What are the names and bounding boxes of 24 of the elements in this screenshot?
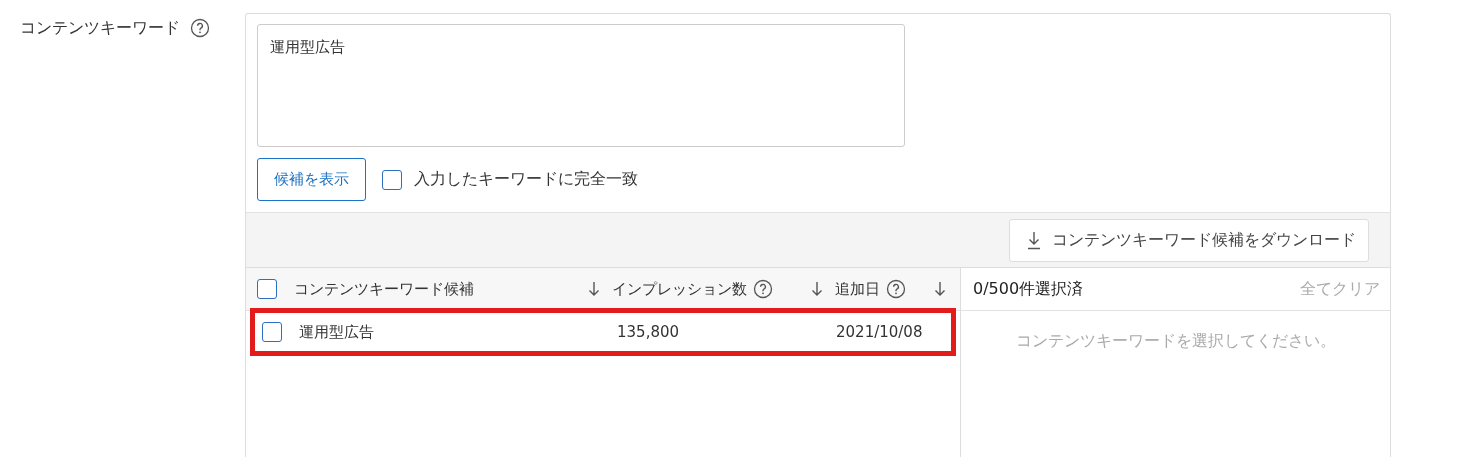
selection-count: 0/500件選択済: [973, 278, 1084, 300]
help-icon[interactable]: [190, 18, 210, 38]
help-icon[interactable]: [886, 279, 906, 299]
sort-arrow-icon[interactable]: [588, 281, 600, 297]
field-label: コンテンツキーワード: [20, 17, 180, 39]
table-cell: 135,800: [617, 323, 680, 341]
select-all-checkbox[interactable]: [257, 279, 277, 299]
row-checkbox[interactable]: [262, 322, 282, 342]
help-icon[interactable]: [753, 279, 773, 299]
highlighted-row[interactable]: 運用型広告 135,800 2021/10/08: [250, 308, 956, 356]
empty-message: コンテンツキーワードを選択してください。: [1015, 331, 1336, 352]
keyword-input-field[interactable]: 運用型広告: [257, 24, 905, 147]
column-header: 追加日: [835, 279, 880, 299]
sort-arrow-icon[interactable]: [811, 281, 823, 297]
table-cell: 2021/10/08: [836, 323, 923, 341]
column-header: コンテンツキーワード候補: [294, 279, 474, 299]
table-cell: 運用型広告: [299, 322, 374, 342]
download-button[interactable]: コンテンツキーワード候補をダウンロード: [1009, 218, 1369, 262]
column-header: インプレッション数: [612, 279, 747, 299]
sort-arrow-icon[interactable]: [934, 281, 946, 297]
show-candidates-button[interactable]: 候補を表示: [257, 158, 366, 201]
checkbox[interactable]: [382, 169, 402, 190]
checkbox-label: 入力したキーワードに完全一致: [414, 169, 638, 190]
download-icon: [1026, 230, 1042, 250]
